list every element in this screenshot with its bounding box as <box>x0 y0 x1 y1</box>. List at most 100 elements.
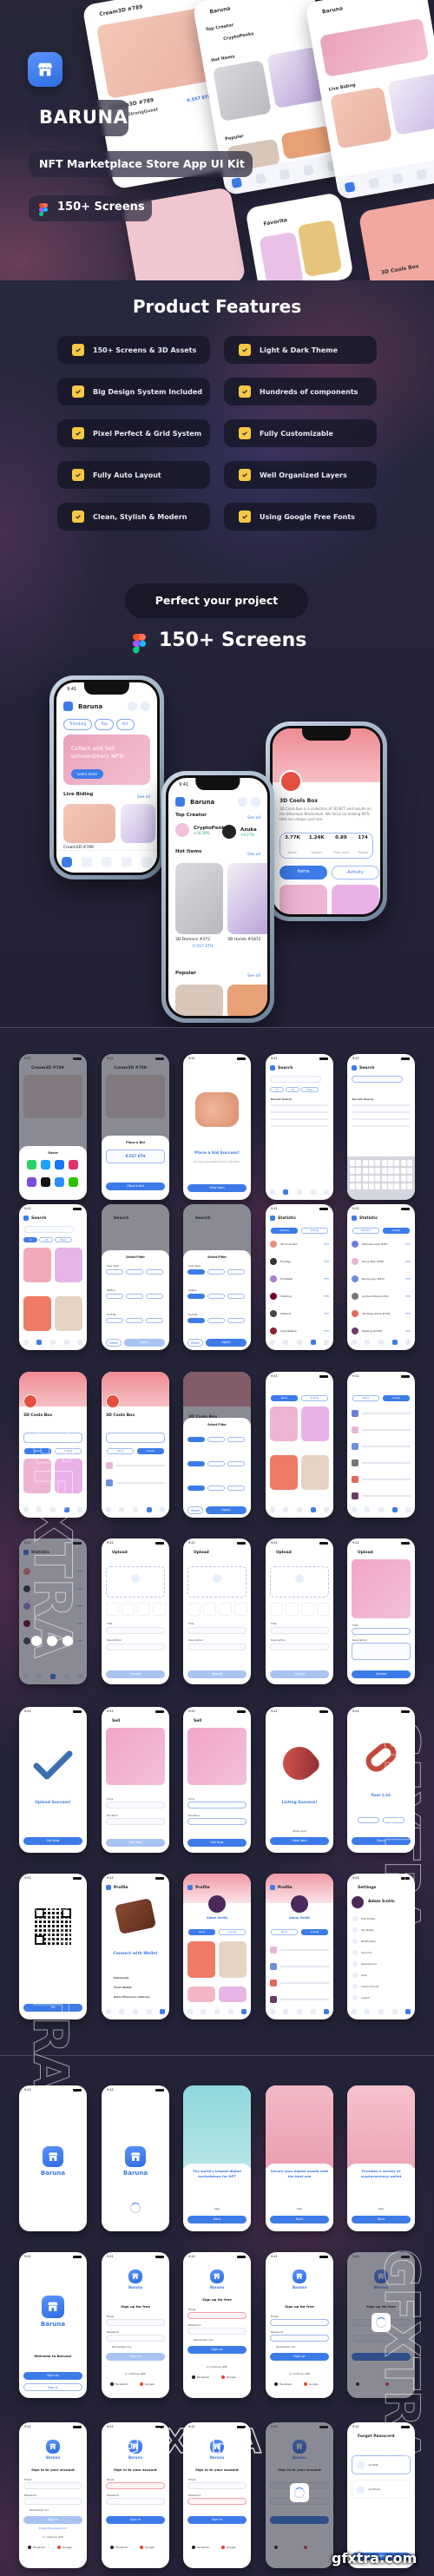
facebook-button[interactable]: Facebook <box>110 2546 128 2549</box>
submit-button[interactable]: Sign up <box>187 2346 247 2354</box>
activity-row[interactable] <box>106 1478 165 1488</box>
settings-menu-item[interactable]: Security <box>361 1951 372 1954</box>
activity-row[interactable] <box>352 1491 411 1501</box>
filter-option[interactable] <box>106 1294 123 1299</box>
thumbnail-slot[interactable] <box>301 1603 314 1616</box>
reset-option[interactable]: via Email <box>352 2480 411 2499</box>
nav-item-icon[interactable] <box>77 1507 83 1512</box>
nav-item-icon[interactable] <box>269 1189 275 1195</box>
list-row[interactable]: Primbesti ETH <box>270 1274 329 1284</box>
share-app-icon[interactable] <box>55 1160 64 1169</box>
facebook-button[interactable]: Facebook <box>110 2382 128 2386</box>
nav-item-icon[interactable] <box>351 1340 357 1345</box>
view-item-button[interactable]: View item <box>187 1184 247 1192</box>
nav-item-icon[interactable] <box>351 1507 357 1512</box>
filter-option[interactable] <box>207 1318 225 1323</box>
list-row[interactable]: SerenaWave ETH <box>270 1326 329 1336</box>
wallet-option[interactable]: Trust Wallet <box>114 1986 131 1989</box>
tab-activity[interactable]: Activity <box>301 1228 328 1234</box>
nav-item-icon[interactable] <box>49 1340 56 1345</box>
activity-row[interactable] <box>106 1460 165 1471</box>
password-input[interactable] <box>352 2335 411 2342</box>
chip-trending[interactable]: Trending <box>63 719 93 730</box>
nft-card-image[interactable] <box>227 863 267 934</box>
description-input[interactable] <box>187 1644 247 1650</box>
nav-item-icon[interactable] <box>405 1507 411 1512</box>
nav-item-icon[interactable] <box>405 1340 411 1345</box>
filter-option[interactable] <box>126 1269 143 1275</box>
list-row[interactable]: ETH <box>23 1584 82 1594</box>
filter-chip[interactable]: Music <box>55 1237 72 1242</box>
title-input[interactable] <box>352 1628 411 1635</box>
next-button[interactable]: Next <box>270 2216 329 2224</box>
creator-item[interactable]: CryptoPenks +34.28% <box>175 823 227 837</box>
search-input[interactable] <box>23 1226 75 1233</box>
bell-icon[interactable] <box>128 702 137 711</box>
nav-item-icon[interactable] <box>105 2009 111 2014</box>
filter-option[interactable] <box>187 1318 205 1323</box>
search-input[interactable] <box>352 1076 403 1083</box>
filter-chip[interactable]: Music <box>301 1087 319 1092</box>
facebook-button[interactable] <box>356 2382 361 2386</box>
nft-card-image[interactable] <box>23 1296 51 1331</box>
nav-item-icon[interactable] <box>36 1507 43 1512</box>
tab-activity[interactable]: Activity <box>332 866 379 880</box>
nav-item-icon[interactable] <box>365 1507 371 1512</box>
nav-item-icon[interactable] <box>36 1340 43 1345</box>
duration-select[interactable] <box>187 1818 247 1825</box>
list-row[interactable]: ETH <box>23 1601 82 1611</box>
filter-option[interactable] <box>146 1318 163 1323</box>
recent-search-item[interactable] <box>352 1111 410 1113</box>
recent-search-item[interactable] <box>271 1125 328 1127</box>
filter-option[interactable] <box>227 1318 245 1323</box>
google-button[interactable]: Google <box>221 2546 236 2549</box>
nav-item-icon[interactable] <box>296 2009 302 2014</box>
nav-item-icon[interactable] <box>201 2009 207 2014</box>
settings-menu-item[interactable]: Notification <box>361 1940 376 1943</box>
nft-card-image[interactable] <box>279 885 327 914</box>
settings-menu-item[interactable]: Edit Profile <box>361 1917 375 1920</box>
upload-button[interactable]: Upload <box>106 1670 165 1678</box>
place-bid-button[interactable]: Place a bid <box>106 1183 165 1190</box>
nft-card-image[interactable] <box>23 1248 51 1282</box>
nav-search-icon[interactable] <box>81 856 92 867</box>
sign-up-button[interactable]: Sign Up <box>23 2372 82 2380</box>
nav-item-icon[interactable] <box>351 2009 357 2014</box>
skip-link[interactable]: Skip <box>347 2207 415 2210</box>
filter-chip[interactable]: Art <box>39 1237 53 1242</box>
google-button[interactable]: Google <box>57 2546 72 2549</box>
filter-option[interactable] <box>187 1437 205 1442</box>
nav-item-icon[interactable] <box>160 2009 166 2014</box>
submit-button[interactable] <box>270 2516 329 2524</box>
settings-menu-item[interactable]: Help <box>361 1973 367 1977</box>
nav-item-icon[interactable] <box>269 1340 275 1345</box>
filter-option[interactable] <box>227 1437 245 1442</box>
filter-option[interactable] <box>207 1437 225 1442</box>
sell-now-button[interactable]: Sell Now <box>106 1839 165 1847</box>
price-input[interactable] <box>106 1802 165 1808</box>
thumbnail-slot[interactable] <box>219 1603 232 1616</box>
thumbnail-slot[interactable] <box>122 1603 135 1616</box>
thumbnail-slot[interactable] <box>137 1603 150 1616</box>
upload-button[interactable]: Upload <box>187 1670 247 1678</box>
tab-ranking[interactable]: Ranking <box>271 1228 298 1234</box>
tab-activity[interactable]: Activity <box>137 1448 164 1454</box>
nft-card-image[interactable] <box>175 863 223 934</box>
tab-activity[interactable]: Activity <box>55 1448 82 1454</box>
submit-button[interactable]: Sign in <box>23 2516 82 2524</box>
nav-item-icon[interactable] <box>63 1674 69 1679</box>
password-input[interactable] <box>106 2498 165 2505</box>
nav-item-icon[interactable] <box>391 1340 398 1345</box>
facebook-button[interactable]: Facebook <box>274 2382 292 2386</box>
nav-item-icon[interactable] <box>241 2009 247 2014</box>
google-button[interactable] <box>385 2382 391 2386</box>
thumbnail-slot[interactable] <box>153 1603 166 1616</box>
filter-option[interactable] <box>207 1461 225 1466</box>
nav-item-icon[interactable] <box>310 2009 316 2014</box>
submit-button[interactable]: Sign in <box>187 2516 247 2524</box>
filter-option[interactable] <box>126 1318 143 1323</box>
nav-item-icon[interactable] <box>146 2009 152 2014</box>
nav-item-icon[interactable] <box>310 1189 316 1195</box>
qr-code-button[interactable] <box>383 1817 404 1823</box>
recent-search-item[interactable] <box>271 1111 328 1113</box>
